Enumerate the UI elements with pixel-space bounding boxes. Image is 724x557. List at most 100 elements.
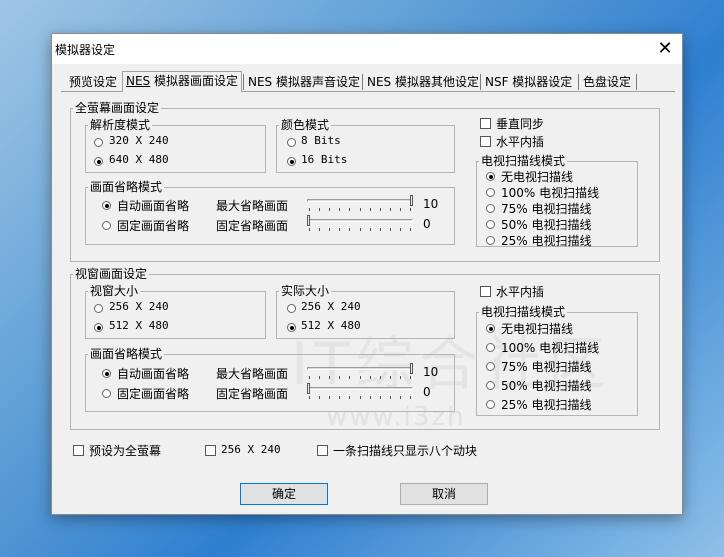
tab-nes-screen[interactable]: NES 模拟器画面设定 [122,71,243,92]
fs-scanline-label-2: 75% 电视扫描线 [501,202,592,216]
slider-track [307,199,413,202]
win-fixed-skip-label: 固定画面省略 [117,387,190,401]
tab-separator [480,74,481,90]
win-512-label: 512 X 480 [109,319,169,332]
slider-tick [399,376,401,379]
slider-track [307,219,413,222]
fullscreen-title: 全萤幕画面设定 [75,101,160,115]
actual-256-radio[interactable] [287,304,296,313]
slider-tick [349,396,351,399]
fs-scanline-radio-3[interactable] [486,220,495,229]
fs-frameskip-title: 画面省略模式 [90,180,163,194]
tab-nes-sound[interactable]: NES 模拟器声音设定 [245,73,363,91]
slider-tick [369,376,371,379]
win-frameskip-title: 画面省略模式 [90,347,163,361]
title-bar: 模拟器设定 ✕ [52,34,682,64]
tab-preview[interactable]: 预览设定 [66,73,120,91]
tab-nsf[interactable]: NSF 模拟器设定 [482,73,575,91]
win-auto-skip-label: 自动画面省略 [117,367,190,381]
res-640-radio[interactable] [94,157,103,166]
win-512-radio[interactable] [94,323,103,332]
slider-thumb[interactable] [410,195,413,206]
fs-fixed-skip-radio[interactable] [102,221,111,230]
win-max-skip-slider[interactable] [307,363,413,383]
window-size-title: 视窗大小 [90,284,139,298]
slider-thumb[interactable] [307,215,310,226]
res-256-checkbox[interactable] [205,445,216,456]
slider-tick [410,228,411,231]
slider-tick [339,228,341,231]
win-scanline-radio-2[interactable] [486,362,495,371]
cancel-button[interactable]: 取消 [400,483,488,505]
fs-fixed-skip-amount-label: 固定省略画面 [216,219,289,233]
fs-max-skip-value: 10 [423,197,439,211]
slider-tick [309,376,310,379]
win-256-radio[interactable] [94,304,103,313]
fs-scanline-radio-1[interactable] [486,188,495,197]
tab-label: NES 模拟器声音设定 [248,75,360,89]
fs-max-skip-slider[interactable] [307,195,413,215]
default-fullscreen-label: 预设为全萤幕 [89,444,162,458]
win-scanline-radio-1[interactable] [486,343,495,352]
fs-scanline-label-4: 25% 电视扫描线 [501,234,592,248]
slider-track [307,387,413,390]
fs-scanline-radio-4[interactable] [486,236,495,245]
tab-panel: IT综合社区 www.i3zh 全萤幕画面设定 解析度模式 320 X 240 … [61,91,675,472]
win-scanline-radio-0[interactable] [486,324,495,333]
tab-palette[interactable]: 色盘设定 [580,73,634,91]
slider-tick [319,228,321,231]
slider-tick [319,376,321,379]
close-icon[interactable]: ✕ [648,34,682,64]
slider-tick [389,376,391,379]
slider-tick [389,396,391,399]
fs-scanline-radio-0[interactable] [486,172,495,181]
ok-button[interactable]: 确定 [240,483,328,505]
slider-thumb[interactable] [307,383,310,394]
color-8bit-radio[interactable] [287,138,296,147]
tab-nes-other[interactable]: NES 模拟器其他设定 [364,73,482,91]
win-max-skip-label: 最大省略画面 [216,367,289,381]
vsync-checkbox[interactable] [480,118,491,129]
eight-sprites-checkbox[interactable] [317,445,328,456]
res-320-radio[interactable] [94,138,103,147]
slider-tick [329,376,331,379]
slider-tick [410,208,411,211]
slider-tick [399,208,401,211]
slider-track [307,367,413,370]
slider-tick [349,228,351,231]
tab-separator [243,74,244,90]
tab-label: NSF 模拟器设定 [485,75,573,89]
win-fixed-skip-slider[interactable] [307,383,413,403]
fs-auto-skip-radio[interactable] [102,201,111,210]
windowed-title: 视窗画面设定 [75,267,148,281]
fs-hinterp-checkbox[interactable] [480,136,491,147]
slider-tick [369,396,371,399]
window-title: 模拟器设定 [55,43,116,57]
actual-512-radio[interactable] [287,323,296,332]
fs-scanline-radio-2[interactable] [486,204,495,213]
default-fullscreen-checkbox[interactable] [73,445,84,456]
win-scanline-radio-4[interactable] [486,400,495,409]
slider-tick [329,396,331,399]
win-fixed-skip-radio[interactable] [102,389,111,398]
tab-label: 预览设定 [69,75,118,89]
slider-tick [379,376,381,379]
fs-scanline-title: 电视扫描线模式 [481,154,566,168]
fs-fixed-skip-slider[interactable] [307,215,413,235]
slider-tick [329,208,331,211]
color-mode-title: 颜色模式 [281,118,330,132]
fs-auto-skip-label: 自动画面省略 [117,199,190,213]
win-auto-skip-radio[interactable] [102,369,111,378]
slider-tick [319,208,321,211]
slider-thumb[interactable] [410,363,413,374]
tab-separator [636,74,637,90]
color-16bit-radio[interactable] [287,157,296,166]
slider-tick [339,208,341,211]
slider-tick [349,376,351,379]
win-scanline-radio-3[interactable] [486,381,495,390]
tab-label: NES 模拟器其他设定 [367,75,479,89]
win-fixed-skip-amount-label: 固定省略画面 [216,387,289,401]
slider-tick [399,228,401,231]
color-8bit-label: 8 Bits [301,134,341,147]
win-hinterp-checkbox[interactable] [480,286,491,297]
